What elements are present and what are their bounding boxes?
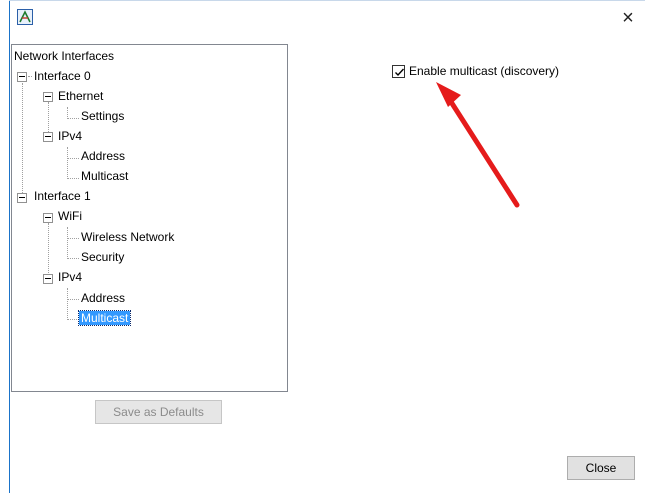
selected-tree-item: Multicast <box>77 310 132 326</box>
tree-item-ipv4-0[interactable]: IPv4 <box>56 128 84 145</box>
tree-guide <box>67 118 79 119</box>
dialog-window: × Network Interfaces Interface 0 Etherne <box>0 0 645 493</box>
enable-multicast-checkbox[interactable] <box>392 64 405 78</box>
settings-tree[interactable]: Network Interfaces Interface 0 Ethernet … <box>11 44 288 392</box>
tree-guide <box>67 319 79 320</box>
tree-item-interface-1[interactable]: Interface 1 <box>32 188 93 205</box>
tree-item-settings[interactable]: Settings <box>79 108 126 125</box>
tree-item-interface-0[interactable]: Interface 0 <box>32 68 93 85</box>
tree-guide <box>67 178 79 179</box>
collapse-icon[interactable] <box>43 92 53 102</box>
collapse-icon[interactable] <box>43 274 53 284</box>
tree-item-address-0[interactable]: Address <box>79 148 127 165</box>
tree-item-ipv4-1[interactable]: IPv4 <box>56 269 84 286</box>
tree-item-multicast-1[interactable]: Multicast <box>77 310 132 327</box>
tree-guide <box>67 299 79 300</box>
window-border-left <box>9 0 10 493</box>
collapse-icon[interactable] <box>43 213 53 223</box>
save-as-defaults-button[interactable]: Save as Defaults <box>95 400 222 424</box>
close-icon[interactable]: × <box>619 8 637 28</box>
collapse-icon[interactable] <box>17 72 27 82</box>
tree-item-wifi[interactable]: WiFi <box>56 208 84 225</box>
tree-guide <box>22 83 23 193</box>
tree-guide <box>67 227 68 259</box>
tree-item-address-1[interactable]: Address <box>79 290 127 307</box>
tree-guide <box>67 288 68 320</box>
close-button[interactable]: Close <box>567 456 635 480</box>
tree-item-wireless-network[interactable]: Wireless Network <box>79 229 176 246</box>
tree-item-ethernet[interactable]: Ethernet <box>56 88 105 105</box>
enable-multicast-option[interactable]: Enable multicast (discovery) <box>392 63 559 79</box>
app-logo-icon <box>17 9 33 25</box>
tree-guide <box>67 258 79 259</box>
checkmark-icon <box>395 68 405 76</box>
tree-item-multicast-0[interactable]: Multicast <box>79 168 130 185</box>
tree-guide <box>67 238 79 239</box>
window-border-top <box>9 0 645 1</box>
enable-multicast-label: Enable multicast (discovery) <box>409 64 560 78</box>
tree-item-network-interfaces[interactable]: Network Interfaces <box>12 48 116 65</box>
tree-guide <box>67 158 79 159</box>
collapse-icon[interactable] <box>43 132 53 142</box>
collapse-icon[interactable] <box>17 193 27 203</box>
tree-item-security[interactable]: Security <box>79 249 126 266</box>
tree-guide <box>67 147 68 179</box>
